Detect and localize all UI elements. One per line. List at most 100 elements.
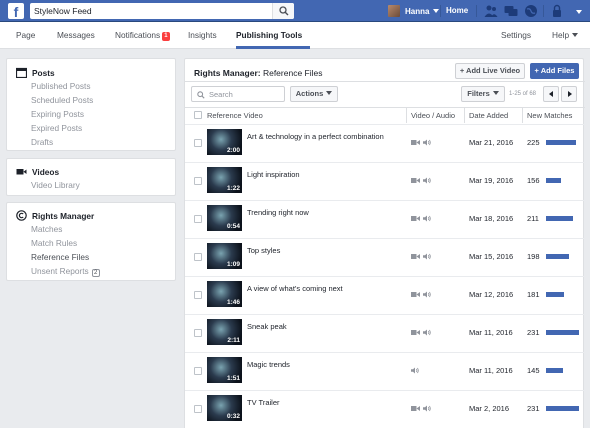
select-all-checkbox[interactable] xyxy=(194,111,202,119)
video-thumbnail[interactable]: 0:54 xyxy=(207,205,242,231)
video-title[interactable]: Trending right now xyxy=(247,208,309,217)
user-name: Hanna xyxy=(405,6,430,16)
row-checkbox[interactable] xyxy=(194,367,202,375)
add-files-button[interactable]: + Add Files xyxy=(530,63,579,79)
media-type-indicators xyxy=(411,367,419,374)
row-checkbox[interactable] xyxy=(194,177,202,185)
sidebar-item-expiring-posts[interactable]: Expiring Posts xyxy=(31,109,84,119)
tab-publishing-tools[interactable]: Publishing Tools xyxy=(236,22,310,49)
column-header-reference-video[interactable]: Reference Video xyxy=(207,111,263,120)
media-type-indicators xyxy=(411,139,431,146)
lock-icon[interactable] xyxy=(550,4,564,18)
video-thumbnail[interactable]: 0:32 xyxy=(207,395,242,421)
date-added: Mar 11, 2016 xyxy=(469,366,513,375)
home-link[interactable]: Home xyxy=(446,3,468,19)
new-matches-count[interactable]: 225 xyxy=(527,138,540,147)
sidebar-item-published-posts[interactable]: Published Posts xyxy=(31,81,91,91)
tab-publishing-tools-label: Publishing Tools xyxy=(236,30,303,40)
video-title[interactable]: A view of what's coming next xyxy=(247,284,343,293)
sidebar-item-scheduled-posts[interactable]: Scheduled Posts xyxy=(31,95,93,105)
previous-page-button[interactable] xyxy=(543,86,559,102)
rights-manager-heading[interactable]: Rights Manager xyxy=(16,210,94,221)
video-title[interactable]: Light inspiration xyxy=(247,170,300,179)
row-checkbox[interactable] xyxy=(194,253,202,261)
tab-messages[interactable]: Messages xyxy=(57,22,95,49)
settings-menu-chevron-icon[interactable] xyxy=(576,10,582,14)
row-checkbox[interactable] xyxy=(194,405,202,413)
sidebar-item-matches[interactable]: Matches xyxy=(31,224,62,234)
reference-search-input[interactable]: Search xyxy=(191,86,285,102)
filters-dropdown[interactable]: Filters xyxy=(461,86,505,102)
messages-icon[interactable] xyxy=(504,4,518,18)
tab-page[interactable]: Page xyxy=(16,22,35,49)
tab-insights[interactable]: Insights xyxy=(188,22,217,49)
videos-heading[interactable]: Videos xyxy=(16,166,59,177)
new-matches-count[interactable]: 156 xyxy=(527,176,540,185)
new-matches-count[interactable]: 181 xyxy=(527,290,540,299)
globe-icon[interactable] xyxy=(524,4,538,18)
media-type-indicators xyxy=(411,253,431,260)
sidebar-item-drafts[interactable]: Drafts xyxy=(31,137,53,147)
video-thumbnail[interactable]: 2:00 xyxy=(207,129,242,155)
video-title[interactable]: TV Trailer xyxy=(247,398,280,407)
actions-dropdown[interactable]: Actions xyxy=(290,86,338,102)
new-matches-bar xyxy=(546,178,561,183)
new-matches-count[interactable]: 198 xyxy=(527,252,540,261)
table-row[interactable]: 0:32 TV Trailer Mar 2, 2016 231 xyxy=(185,390,585,428)
reference-search-placeholder: Search xyxy=(209,90,233,99)
user-menu[interactable]: Hanna xyxy=(388,3,440,19)
global-search-input[interactable]: StyleNow Feed xyxy=(30,3,294,19)
sidebar-item-unsent-reports[interactable]: Unsent Reports 2 xyxy=(31,266,100,277)
table-row[interactable]: 1:46 A view of what's coming next Mar 12, … xyxy=(185,276,585,314)
table-row[interactable]: 1:22 Light inspiration Mar 19, 2016 156 xyxy=(185,162,585,200)
table-row[interactable]: 1:51 Magic trends Mar 11, 2016 145 xyxy=(185,352,585,390)
new-matches-count[interactable]: 231 xyxy=(527,328,540,337)
search-button[interactable] xyxy=(272,3,294,19)
video-thumbnail[interactable]: 1:51 xyxy=(207,357,242,383)
column-header-video-audio[interactable]: Video / Audio xyxy=(411,111,455,120)
tab-help[interactable]: Help xyxy=(552,22,579,49)
chevron-down-icon xyxy=(492,91,499,95)
new-matches-count[interactable]: 211 xyxy=(527,214,539,223)
new-matches-count[interactable]: 231 xyxy=(527,404,540,413)
sidebar-item-match-rules[interactable]: Match Rules xyxy=(31,238,77,248)
table-row[interactable]: 0:54 Trending right now Mar 18, 2016 211 xyxy=(185,200,585,238)
column-header-new-matches[interactable]: New Matches xyxy=(527,111,572,120)
next-page-button[interactable] xyxy=(561,86,577,102)
video-thumbnail[interactable]: 1:09 xyxy=(207,243,242,269)
table-row[interactable]: 2:11 Sneak peak Mar 11, 2016 231 xyxy=(185,314,585,352)
date-added: Mar 11, 2016 xyxy=(469,328,513,337)
video-thumbnail[interactable]: 1:46 xyxy=(207,281,242,307)
table-row[interactable]: 2:00 Art & technology in a perfect combin… xyxy=(185,124,585,162)
row-checkbox[interactable] xyxy=(194,329,202,337)
row-checkbox[interactable] xyxy=(194,215,202,223)
column-header-date-added[interactable]: Date Added xyxy=(469,111,508,120)
video-title[interactable]: Top styles xyxy=(247,246,280,255)
chevron-right-icon xyxy=(568,91,572,97)
sidebar-item-video-library[interactable]: Video Library xyxy=(31,180,80,190)
video-title[interactable]: Magic trends xyxy=(247,360,290,369)
add-live-video-button[interactable]: + Add Live Video xyxy=(455,63,525,79)
facebook-logo-icon[interactable]: f xyxy=(8,3,24,19)
table-row[interactable]: 1:09 Top styles Mar 15, 2016 198 xyxy=(185,238,585,276)
new-matches-count[interactable]: 145 xyxy=(527,366,540,375)
video-duration: 1:51 xyxy=(226,375,240,382)
sidebar-item-expired-posts[interactable]: Expired Posts xyxy=(31,123,82,133)
video-thumbnail[interactable]: 1:22 xyxy=(207,167,242,193)
date-added: Mar 12, 2016 xyxy=(469,290,514,299)
row-checkbox[interactable] xyxy=(194,291,202,299)
column-divider xyxy=(406,107,407,123)
tab-notifications[interactable]: Notifications 1 xyxy=(115,22,170,49)
sidebar-item-reference-files[interactable]: Reference Files xyxy=(31,252,89,262)
new-matches-bar xyxy=(546,368,563,373)
tab-notifications-label: Notifications xyxy=(115,30,161,40)
audio-icon xyxy=(423,139,431,146)
video-thumbnail[interactable]: 2:11 xyxy=(207,319,242,345)
new-matches-bar xyxy=(546,406,579,411)
friends-icon[interactable] xyxy=(484,4,498,18)
posts-heading[interactable]: Posts xyxy=(16,67,55,78)
row-checkbox[interactable] xyxy=(194,139,202,147)
video-title[interactable]: Art & technology in a perfect combinatio… xyxy=(247,132,384,141)
video-title[interactable]: Sneak peak xyxy=(247,322,287,331)
tab-settings[interactable]: Settings xyxy=(501,22,531,49)
